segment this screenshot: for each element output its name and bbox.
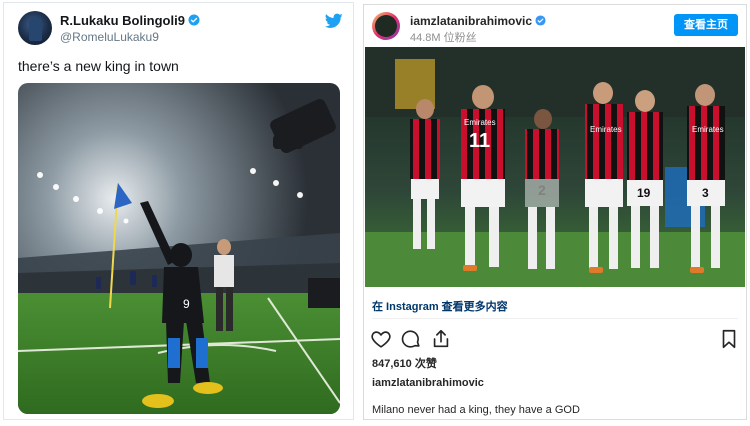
post-actions-bar [370,328,740,350]
twitter-bird-icon[interactable] [325,13,343,29]
instagram-username-text[interactable]: iamzlatanibrahimovic [410,14,532,28]
divider [372,318,738,319]
stadium-celebration-image: 9 [18,83,340,414]
heart-icon[interactable] [370,328,392,350]
instagram-post-card: iamzlatanibrahimovic 44.8M 位粉丝 查看主页 11 E… [363,4,747,420]
verified-badge-icon [188,14,200,26]
twitter-avatar[interactable] [18,11,52,45]
instagram-username-header[interactable]: iamzlatanibrahimovic [410,14,546,28]
photo-jersey-number-11: 11 [469,130,490,152]
caption-text: Milano never had a king, they have a GOD [372,404,580,416]
share-icon[interactable] [430,328,452,350]
instagram-avatar[interactable] [372,12,400,40]
photo-sponsor-text-3: Emirates [692,125,724,134]
photo-jersey-number-3: 3 [702,186,709,200]
verified-badge-icon [535,15,546,26]
tweet-text: there’s a new king in town [18,58,179,74]
twitter-display-name[interactable]: R.Lukaku Bolingoli9 [60,13,200,28]
view-more-on-instagram-link[interactable]: 在 Instagram 查看更多内容 [372,298,508,314]
photo-sponsor-text-2: Emirates [590,125,622,134]
bookmark-icon[interactable] [718,328,740,350]
view-profile-button[interactable]: 查看主页 [674,14,738,36]
photo-jersey-number: 9 [183,297,190,311]
comment-icon[interactable] [400,328,422,350]
instagram-photo[interactable]: 11 Emirates 2 Emirates [365,47,745,287]
likes-count[interactable]: 847,610 次赞 [372,355,437,371]
instagram-followers-count: 44.8M 位粉丝 [410,32,477,44]
tweet-photo[interactable]: 9 [18,83,340,414]
twitter-post-card: R.Lukaku Bolingoli9 @RomeluLukaku9 there… [3,2,354,420]
twitter-handle[interactable]: @RomeluLukaku9 [60,30,159,44]
caption-username[interactable]: iamzlatanibrahimovic [372,377,484,389]
photo-jersey-number-19: 19 [637,186,651,200]
twitter-display-name-text[interactable]: R.Lukaku Bolingoli9 [60,13,185,28]
team-huddle-image: 11 Emirates 2 Emirates [365,47,745,287]
photo-sponsor-text-1: Emirates [464,118,496,127]
